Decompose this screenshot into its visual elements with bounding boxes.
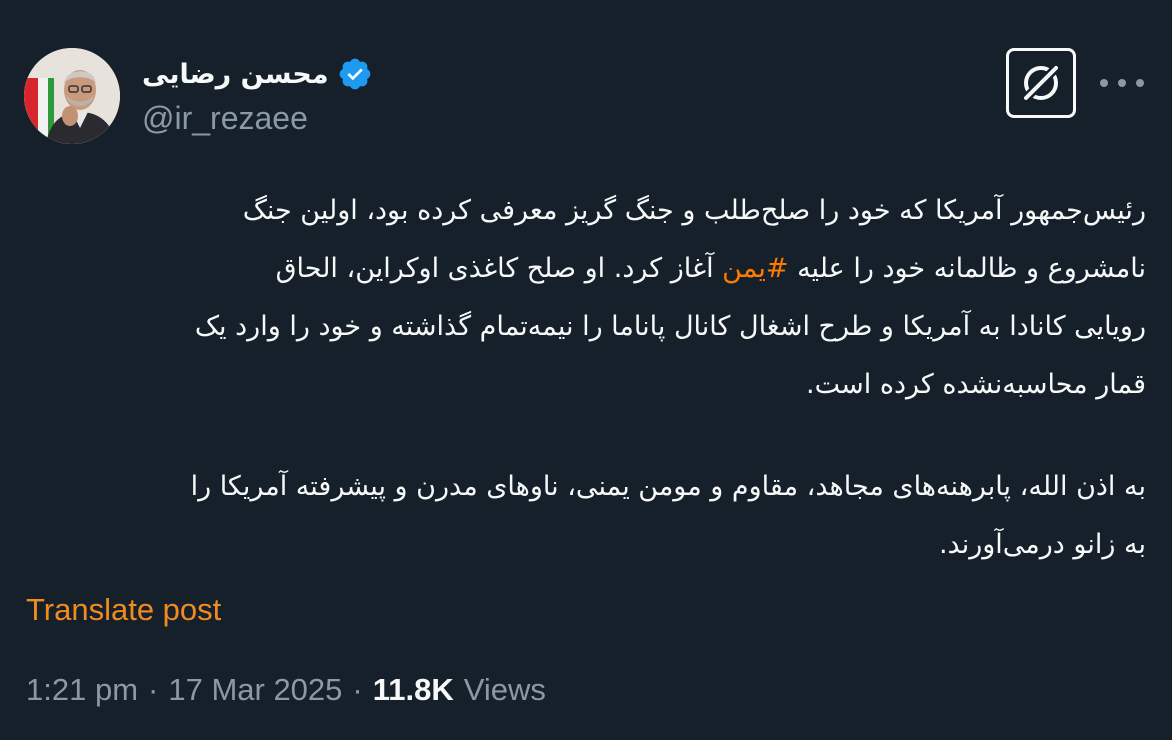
tweet-card: محسن رضایی @ir_rezaee رئیس‌جمهور آمریکا … <box>0 0 1172 740</box>
meta-separator: · <box>148 672 159 707</box>
post-time[interactable]: 1:21 pm <box>26 672 138 708</box>
more-options-button[interactable] <box>1100 68 1144 98</box>
more-horizontal-icon-dot <box>1100 79 1108 87</box>
tweet-text: رئیس‌جمهور آمریکا که خود را صلح‌طلب و جن… <box>36 182 1146 574</box>
tweet-line: به اذن الله، پابرهنه‌های مجاهد، مقاوم و … <box>190 471 1146 502</box>
author-name-row: محسن رضایی <box>142 56 373 92</box>
tweet-line: به زانو درمی‌آورند. <box>938 529 1146 560</box>
tweet-line: رئیس‌جمهور آمریکا که خود را صلح‌طلب و جن… <box>242 195 1146 226</box>
author-handle[interactable]: @ir_rezaee <box>142 100 373 137</box>
avatar[interactable] <box>24 48 120 144</box>
author-info: محسن رضایی @ir_rezaee <box>142 56 373 137</box>
more-horizontal-icon-dot <box>1136 79 1144 87</box>
views-count: 11.8K <box>372 672 454 707</box>
translate-post-link[interactable]: Translate post <box>26 592 221 628</box>
meta-separator: · <box>352 672 363 707</box>
tweet-line: رویایی کانادا به آمریکا و طرح اشغال کانا… <box>194 311 1146 342</box>
more-horizontal-icon-dot <box>1118 79 1126 87</box>
tweet-line: قمار محاسبه‌نشده کرده است. <box>806 369 1146 400</box>
post-date[interactable]: 17 Mar 2025 <box>168 672 342 708</box>
grok-button[interactable] <box>1006 48 1076 118</box>
tweet-line: نامشروع و ظالمانه خود را علیه #یمن آغاز … <box>275 253 1146 284</box>
tweet-meta: 1:21 pm · 17 Mar 2025 · 11.8K Views <box>26 672 546 708</box>
author-display-name[interactable]: محسن رضایی <box>142 59 329 90</box>
grok-icon <box>1021 63 1061 103</box>
avatar-photo <box>24 48 120 144</box>
verified-badge-icon <box>337 56 373 92</box>
hashtag-link[interactable]: #یمن <box>722 253 788 284</box>
views-label: Views <box>463 672 546 707</box>
